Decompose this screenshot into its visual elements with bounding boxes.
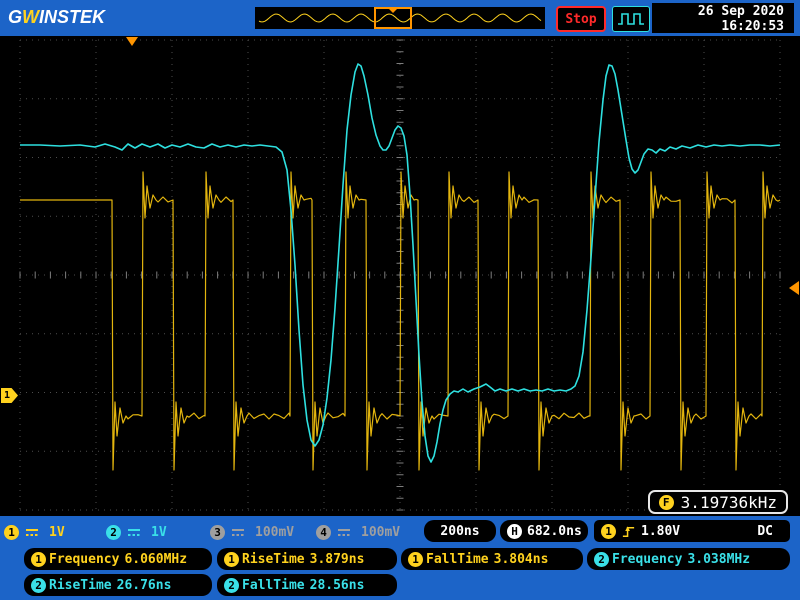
- measurement-label: FallTime: [426, 552, 489, 567]
- channel3-coupling-icon: [230, 526, 246, 538]
- channel2-coupling-icon: [126, 526, 142, 538]
- memory-waveform-preview: [255, 7, 545, 29]
- measurement-value: 6.060MHz: [124, 552, 187, 567]
- trigger-level-marker[interactable]: [789, 281, 799, 295]
- measurement-ch2-risetime: 2 RiseTime 26.76ns: [24, 574, 212, 596]
- channel4-coupling-icon: [336, 526, 352, 538]
- measurement-ch1-risetime: 1 RiseTime 3.879ns: [217, 548, 397, 570]
- trigger-coupling: DC: [757, 524, 783, 539]
- waveform-traces: [0, 36, 800, 516]
- channel3-status: 3 100mV: [210, 520, 294, 544]
- time-text: 16:20:53: [652, 19, 784, 34]
- measurement-ch1-falltime: 1 FallTime 3.804ns: [401, 548, 583, 570]
- channel4-scale: 100mV: [361, 525, 400, 540]
- trigger-level-value: 1.80V: [641, 524, 680, 539]
- measurement-value: 26.76ns: [117, 578, 172, 593]
- measurement-channel-badge: 2: [594, 552, 609, 567]
- measurement-channel-badge: 1: [408, 552, 423, 567]
- measurement-ch1-frequency: 1 Frequency 6.060MHz: [24, 548, 212, 570]
- logo-w: W: [22, 7, 39, 27]
- measurement-value: 3.804ns: [494, 552, 549, 567]
- status-panel: 1 1V 2 1V 3 100mV 4 100mV 200ns H 682.0n…: [0, 516, 800, 600]
- horizontal-value: 682.0ns: [527, 524, 582, 539]
- date-text: 26 Sep 2020: [652, 4, 784, 19]
- trigger-status: 1 1.80V DC: [594, 520, 790, 542]
- datetime-display: 26 Sep 2020 16:20:53: [652, 3, 794, 33]
- measurement-channel-badge: 1: [31, 552, 46, 567]
- frequency-badge: F: [659, 495, 674, 510]
- timebase-readout: 200ns: [424, 520, 496, 542]
- brand-logo: GWINSTEK: [8, 7, 105, 28]
- logo-g: G: [8, 7, 22, 27]
- rising-edge-icon: [621, 524, 636, 539]
- channel1-ground-label: 1: [4, 390, 10, 401]
- measurement-value: 3.879ns: [310, 552, 365, 567]
- measurement-label: RiseTime: [49, 578, 112, 593]
- channel2-scale: 1V: [151, 525, 167, 540]
- channel4-status: 4 100mV: [316, 520, 400, 544]
- logo-rest: INSTEK: [39, 7, 105, 27]
- measurement-channel-badge: 1: [224, 552, 239, 567]
- channel3-scale: 100mV: [255, 525, 294, 540]
- measurement-channel-badge: 2: [224, 578, 239, 593]
- channel2-badge: 2: [106, 525, 121, 540]
- measurement-ch2-falltime: 2 FallTime 28.56ns: [217, 574, 397, 596]
- square-wave-icon: [617, 11, 645, 27]
- measurement-channel-badge: 2: [31, 578, 46, 593]
- measurement-label: Frequency: [612, 552, 682, 567]
- channel2-status: 2 1V: [106, 520, 167, 544]
- channel4-badge: 4: [316, 525, 331, 540]
- channel1-status: 1 1V: [4, 520, 65, 544]
- trigger-mode-indicator[interactable]: [612, 6, 650, 32]
- trigger-source-badge: 1: [601, 524, 616, 539]
- measurement-ch2-frequency: 2 Frequency 3.038MHz: [587, 548, 790, 570]
- measurement-label: RiseTime: [242, 552, 305, 567]
- measurement-value: 28.56ns: [310, 578, 365, 593]
- memory-position-bar: [255, 7, 545, 29]
- channel3-badge: 3: [210, 525, 225, 540]
- measurement-value: 3.038MHz: [687, 552, 750, 567]
- frequency-counter-readout: F 3.19736kHz: [648, 490, 788, 514]
- measurement-label: Frequency: [49, 552, 119, 567]
- channel1-coupling-icon: [24, 526, 40, 538]
- horizontal-position-readout: H 682.0ns: [500, 520, 588, 542]
- timebase-value: 200ns: [440, 524, 479, 539]
- channel1-scale: 1V: [49, 525, 65, 540]
- oscilloscope-screen: GWINSTEK Stop 26 Sep 2020 16:20:53 1 F 3…: [0, 0, 800, 600]
- measurement-label: FallTime: [242, 578, 305, 593]
- waveform-display: 1 F 3.19736kHz: [0, 36, 800, 516]
- frequency-counter-value: 3.19736kHz: [681, 493, 777, 512]
- channel1-badge: 1: [4, 525, 19, 540]
- top-bar: GWINSTEK Stop 26 Sep 2020 16:20:53: [0, 0, 800, 36]
- horizontal-badge: H: [507, 524, 522, 539]
- trigger-position-marker[interactable]: [126, 37, 138, 46]
- stop-button[interactable]: Stop: [556, 6, 606, 32]
- stop-label: Stop: [565, 12, 596, 27]
